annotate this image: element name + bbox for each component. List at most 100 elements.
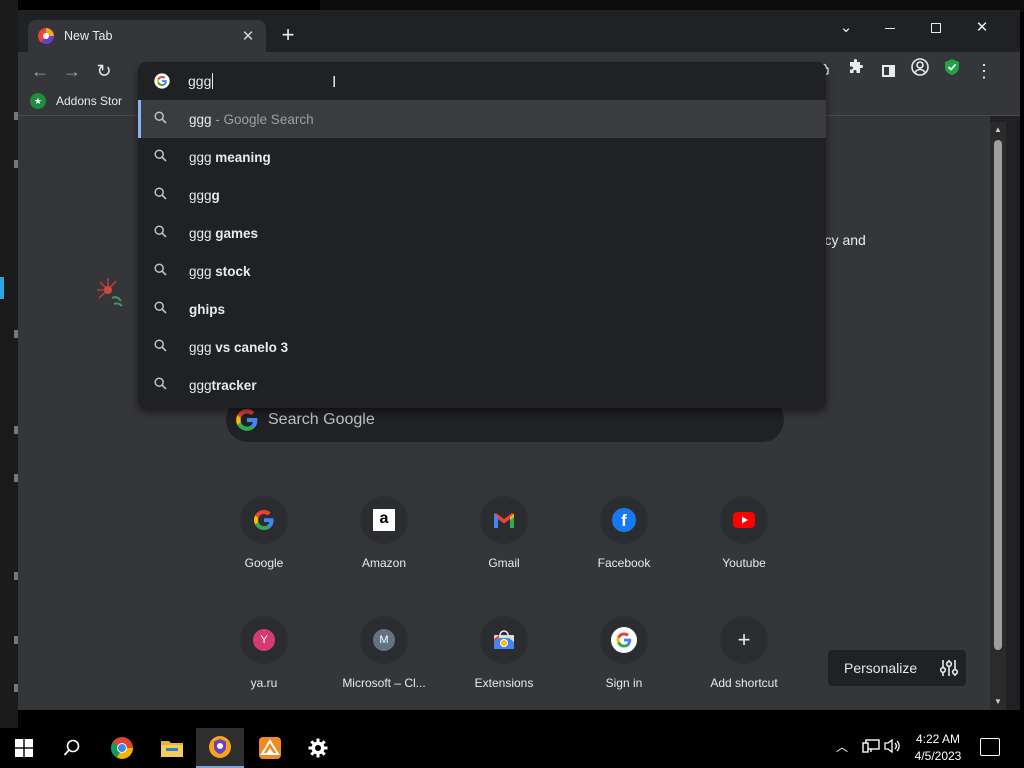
new-tab-button[interactable]: +	[276, 24, 300, 48]
suggestion-text: gggtracker	[189, 378, 257, 393]
shortcut-gmail[interactable]: Gmail	[448, 496, 560, 570]
profile-icon[interactable]	[907, 58, 933, 84]
tab-close-icon[interactable]: ✕	[240, 27, 256, 45]
network-icon[interactable]	[862, 738, 880, 757]
omnibox-suggestion[interactable]: ggg games	[138, 214, 826, 252]
suggestion-completion: tracker	[211, 377, 257, 393]
taskbar-chrome[interactable]	[98, 728, 146, 768]
page-scrollbar[interactable]: ▲ ▼	[990, 122, 1006, 710]
omnibox-input[interactable]: ggg	[188, 73, 211, 89]
shortcut-extensions[interactable]: Extensions	[448, 616, 560, 690]
search-icon	[154, 225, 170, 241]
bookmark-addons-store[interactable]: ★ Addons Stor	[30, 93, 122, 109]
suggestion-completion: g	[211, 187, 220, 203]
omnibox-dropdown: ggg I ggg - Google Search ggg meaning gggg…	[138, 62, 826, 408]
omnibox-suggestion[interactable]: ggg stock	[138, 252, 826, 290]
clock-time: 4:22 AM	[915, 732, 961, 746]
suggestion-text: gggg	[189, 188, 220, 203]
tab-strip: New Tab ✕ + ⌄ ✕	[18, 10, 1020, 52]
shortcut-google[interactable]: Google	[208, 496, 320, 570]
background-window-accent	[0, 277, 4, 299]
facebook-icon: f	[600, 496, 648, 544]
search-icon	[154, 339, 170, 355]
forward-button[interactable]: →	[58, 57, 86, 85]
shortcut-add[interactable]: + Add shortcut	[688, 616, 800, 690]
suggestion-text: ggg vs canelo 3	[189, 340, 288, 355]
search-button[interactable]	[48, 728, 96, 768]
scroll-down-arrow-icon[interactable]: ▼	[990, 694, 1006, 710]
clock-date: 4/5/2023	[914, 749, 962, 763]
minimize-button[interactable]	[867, 14, 913, 42]
omnibox-suggestion[interactable]: gggtracker	[138, 366, 826, 404]
back-button[interactable]: ←	[26, 57, 54, 85]
shortcut-facebook[interactable]: f Facebook	[568, 496, 680, 570]
taskbar-file-explorer[interactable]	[148, 728, 196, 768]
puzzle-icon[interactable]	[843, 58, 869, 84]
folder-icon	[161, 741, 183, 757]
suggestion-query: ggg	[189, 263, 212, 279]
shortcut-label: Microsoft – Cl...	[342, 676, 426, 690]
shortcut-microsoft[interactable]: M Microsoft – Cl...	[328, 616, 440, 690]
tab-search-button[interactable]: ⌄	[823, 14, 869, 42]
windows-taskbar: ︿ 4:22 AM 4/5/2023	[0, 728, 1024, 768]
suggestion-query: ggg	[189, 187, 212, 203]
side-panel-icon[interactable]	[875, 58, 901, 84]
gear-icon	[308, 738, 328, 758]
shield-check-icon[interactable]	[939, 58, 965, 84]
notification-icon[interactable]	[980, 738, 1000, 756]
taskbar-app-orange[interactable]	[246, 728, 294, 768]
taskbar-settings[interactable]	[294, 728, 342, 768]
personalize-button[interactable]: Personalize	[828, 650, 966, 686]
suggestion-text: ggg - Google Search	[189, 112, 314, 127]
search-icon	[154, 149, 170, 165]
ya-ru-icon: Y	[240, 616, 288, 664]
screen: New Tab ✕ + ⌄ ✕ ← → ↻ ⋮ ★ Addons Stor ri…	[0, 0, 1024, 768]
suggestion-completion: stock	[211, 263, 251, 279]
scroll-thumb[interactable]	[994, 140, 1002, 650]
sliders-icon	[939, 660, 959, 676]
shortcut-sign-in[interactable]: Sign in	[568, 616, 680, 690]
suggestion-description: - Google Search	[211, 111, 314, 127]
shortcut-youtube[interactable]: Youtube	[688, 496, 800, 570]
google-g-icon	[236, 409, 258, 431]
omnibox-input-row[interactable]: ggg	[138, 62, 826, 100]
minimize-icon	[885, 27, 895, 29]
microsoft-icon: M	[360, 616, 408, 664]
chrome-icon	[111, 737, 133, 759]
start-button[interactable]	[0, 728, 48, 768]
shortcut-label: Facebook	[597, 556, 651, 570]
omnibox-suggestion[interactable]: gggg	[138, 176, 826, 214]
doodle-flower-icon	[97, 278, 123, 307]
tab-new-tab[interactable]: New Tab ✕	[28, 20, 266, 52]
volume-icon[interactable]	[884, 738, 902, 757]
google-icon	[600, 616, 648, 664]
google-icon	[240, 496, 288, 544]
search-icon	[154, 187, 170, 203]
maximize-button[interactable]	[913, 14, 959, 42]
system-clock[interactable]: 4:22 AM 4/5/2023	[908, 731, 968, 765]
omnibox-suggestion[interactable]: ggg vs canelo 3	[138, 328, 826, 366]
search-icon	[154, 263, 170, 279]
tray-chevron-up-icon[interactable]: ︿	[836, 738, 848, 755]
taskbar-browser[interactable]	[196, 728, 244, 768]
search-icon	[154, 111, 170, 127]
suggestion-text: ggg meaning	[189, 150, 271, 165]
shortcut-label: Google	[244, 556, 284, 570]
scroll-up-arrow-icon[interactable]: ▲	[990, 122, 1006, 138]
shortcut-label: Add shortcut	[710, 676, 778, 690]
omnibox-suggestion[interactable]: ghips	[138, 290, 826, 328]
search-icon	[63, 739, 80, 756]
reload-button[interactable]: ↻	[90, 57, 118, 85]
menu-kebab-icon[interactable]: ⋮	[971, 58, 997, 84]
text-caret	[212, 73, 214, 89]
shortcut-label: Amazon	[361, 556, 407, 570]
suggestion-completion: vs canelo 3	[211, 339, 289, 355]
omnibox-suggestion[interactable]: ggg meaning	[138, 138, 826, 176]
tab-title: New Tab	[64, 29, 113, 43]
suggestion-query: ggg	[189, 111, 212, 127]
shortcut-label: ya.ru	[250, 676, 278, 690]
shortcut-amazon[interactable]: a Amazon	[328, 496, 440, 570]
omnibox-suggestion[interactable]: ggg - Google Search	[138, 100, 826, 138]
close-window-button[interactable]: ✕	[959, 14, 1005, 42]
shortcut-ya-ru[interactable]: Y ya.ru	[208, 616, 320, 690]
